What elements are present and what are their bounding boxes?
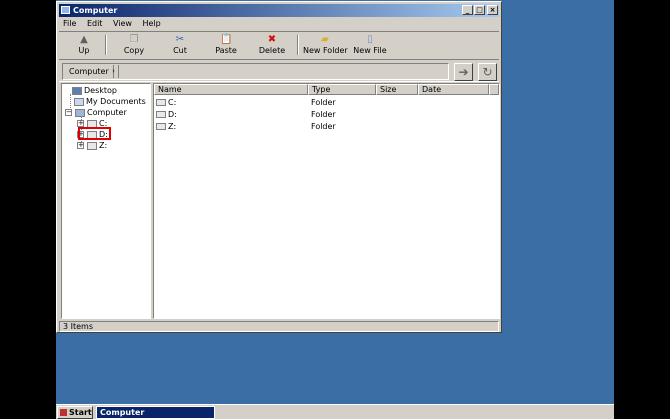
new-folder-label: New Folder — [303, 46, 348, 55]
new-folder-button[interactable]: ▰ New Folder — [303, 34, 348, 58]
file-list: Name Type Size Date C: Folder D: Folder … — [153, 83, 500, 319]
highlight-box — [78, 127, 111, 140]
menu-bar: File Edit View Help — [59, 18, 499, 30]
item-name: Z: — [168, 122, 177, 131]
column-header-type[interactable]: Type — [308, 84, 376, 95]
scissors-icon: ✂ — [175, 34, 185, 45]
item-type: Folder — [311, 110, 336, 119]
list-item[interactable]: Z: Folder — [154, 121, 499, 133]
windows-logo-icon — [60, 409, 67, 416]
documents-icon — [74, 97, 84, 106]
status-text: 3 Items — [63, 322, 94, 331]
paste-button[interactable]: 📋 Paste — [211, 34, 241, 58]
tree-item-drive-z[interactable]: + Z: — [77, 140, 107, 151]
menu-file[interactable]: File — [59, 18, 80, 30]
refresh-icon: ↻ — [482, 65, 493, 79]
item-name: C: — [168, 98, 177, 107]
status-bar: 3 Items — [59, 321, 499, 332]
item-type: Folder — [311, 98, 336, 107]
menu-help[interactable]: Help — [139, 18, 165, 30]
collapse-toggle[interactable]: − — [65, 109, 72, 116]
start-label: Start — [69, 408, 92, 417]
breadcrumb-computer[interactable]: Computer — [65, 65, 114, 78]
computer-icon — [61, 6, 70, 14]
delete-label: Delete — [258, 46, 286, 55]
taskbar-item-computer[interactable]: Computer — [96, 406, 215, 419]
desktop-icon — [72, 86, 82, 95]
taskbar: Start Computer — [56, 404, 614, 419]
expand-toggle[interactable]: + — [77, 142, 84, 149]
column-header-date[interactable]: Date — [418, 84, 489, 95]
maximize-button[interactable]: □ — [474, 5, 485, 15]
copy-label: Copy — [123, 46, 145, 55]
new-file-button[interactable]: ▯ New File — [353, 34, 387, 58]
toolbar-separator — [297, 35, 299, 55]
up-arrow-icon: ▲ — [80, 34, 88, 45]
up-label: Up — [78, 46, 90, 55]
menu-edit[interactable]: Edit — [83, 18, 107, 30]
tree-item-my-documents[interactable]: My Documents — [74, 96, 146, 107]
folder-icon: ▰ — [321, 34, 329, 45]
list-item[interactable]: C: Folder — [154, 97, 499, 109]
breadcrumb-chevron-icon[interactable]: › — [109, 65, 119, 78]
toolbar-separator — [105, 35, 107, 55]
computer-icon — [75, 108, 85, 117]
copy-icon: ❐ — [129, 34, 139, 45]
address-field[interactable]: Computer › — [62, 63, 449, 80]
minimize-button[interactable]: _ — [462, 5, 473, 15]
new-file-icon: ▯ — [367, 34, 373, 45]
address-bar: Computer › ➔ ↻ — [59, 59, 499, 82]
file-manager-window: Computer _ □ × File Edit View Help ▲ Up … — [56, 1, 502, 333]
cut-button[interactable]: ✂ Cut — [165, 34, 195, 58]
red-x-icon: ✖ — [267, 34, 277, 45]
drive-icon — [156, 99, 166, 106]
paste-label: Paste — [215, 46, 237, 55]
drive-icon — [87, 141, 97, 150]
go-button[interactable]: ➔ — [454, 63, 473, 81]
copy-button[interactable]: ❐ Copy — [119, 34, 149, 58]
tree-label: Z: — [99, 141, 108, 150]
tree-label: Computer — [87, 108, 127, 117]
column-header-name[interactable]: Name — [154, 84, 308, 95]
new-file-label: New File — [353, 46, 387, 55]
toolbar: ▲ Up ❐ Copy ✂ Cut 📋 Paste ✖ Delete ▰ New… — [59, 31, 499, 57]
paste-icon: 📋 — [220, 34, 233, 45]
tree-label: Desktop — [84, 86, 117, 95]
window-title: Computer — [73, 6, 118, 15]
list-item[interactable]: D: Folder — [154, 109, 499, 121]
column-header-size[interactable]: Size — [376, 84, 418, 95]
drive-icon — [156, 111, 166, 118]
up-button[interactable]: ▲ Up — [69, 34, 99, 58]
list-header: Name Type Size Date — [154, 84, 499, 95]
expand-toggle[interactable]: + — [77, 120, 84, 127]
right-arrow-icon: ➔ — [458, 65, 469, 79]
refresh-button[interactable]: ↻ — [478, 63, 497, 81]
menu-view[interactable]: View — [109, 18, 136, 30]
tree-item-desktop[interactable]: Desktop — [72, 85, 117, 96]
item-type: Folder — [311, 122, 336, 131]
tree-label: My Documents — [86, 97, 146, 106]
drive-icon — [156, 123, 166, 130]
item-name: D: — [168, 110, 177, 119]
close-button[interactable]: × — [487, 5, 498, 15]
start-button[interactable]: Start — [57, 406, 93, 419]
tree-item-computer[interactable]: − Computer — [65, 107, 127, 118]
delete-button[interactable]: ✖ Delete — [257, 34, 287, 58]
column-header-filler — [489, 84, 499, 95]
title-bar[interactable]: Computer _ □ × — [59, 4, 499, 17]
folder-tree: Desktop My Documents − Computer + C: + D: +… — [61, 83, 151, 319]
cut-label: Cut — [173, 46, 187, 55]
